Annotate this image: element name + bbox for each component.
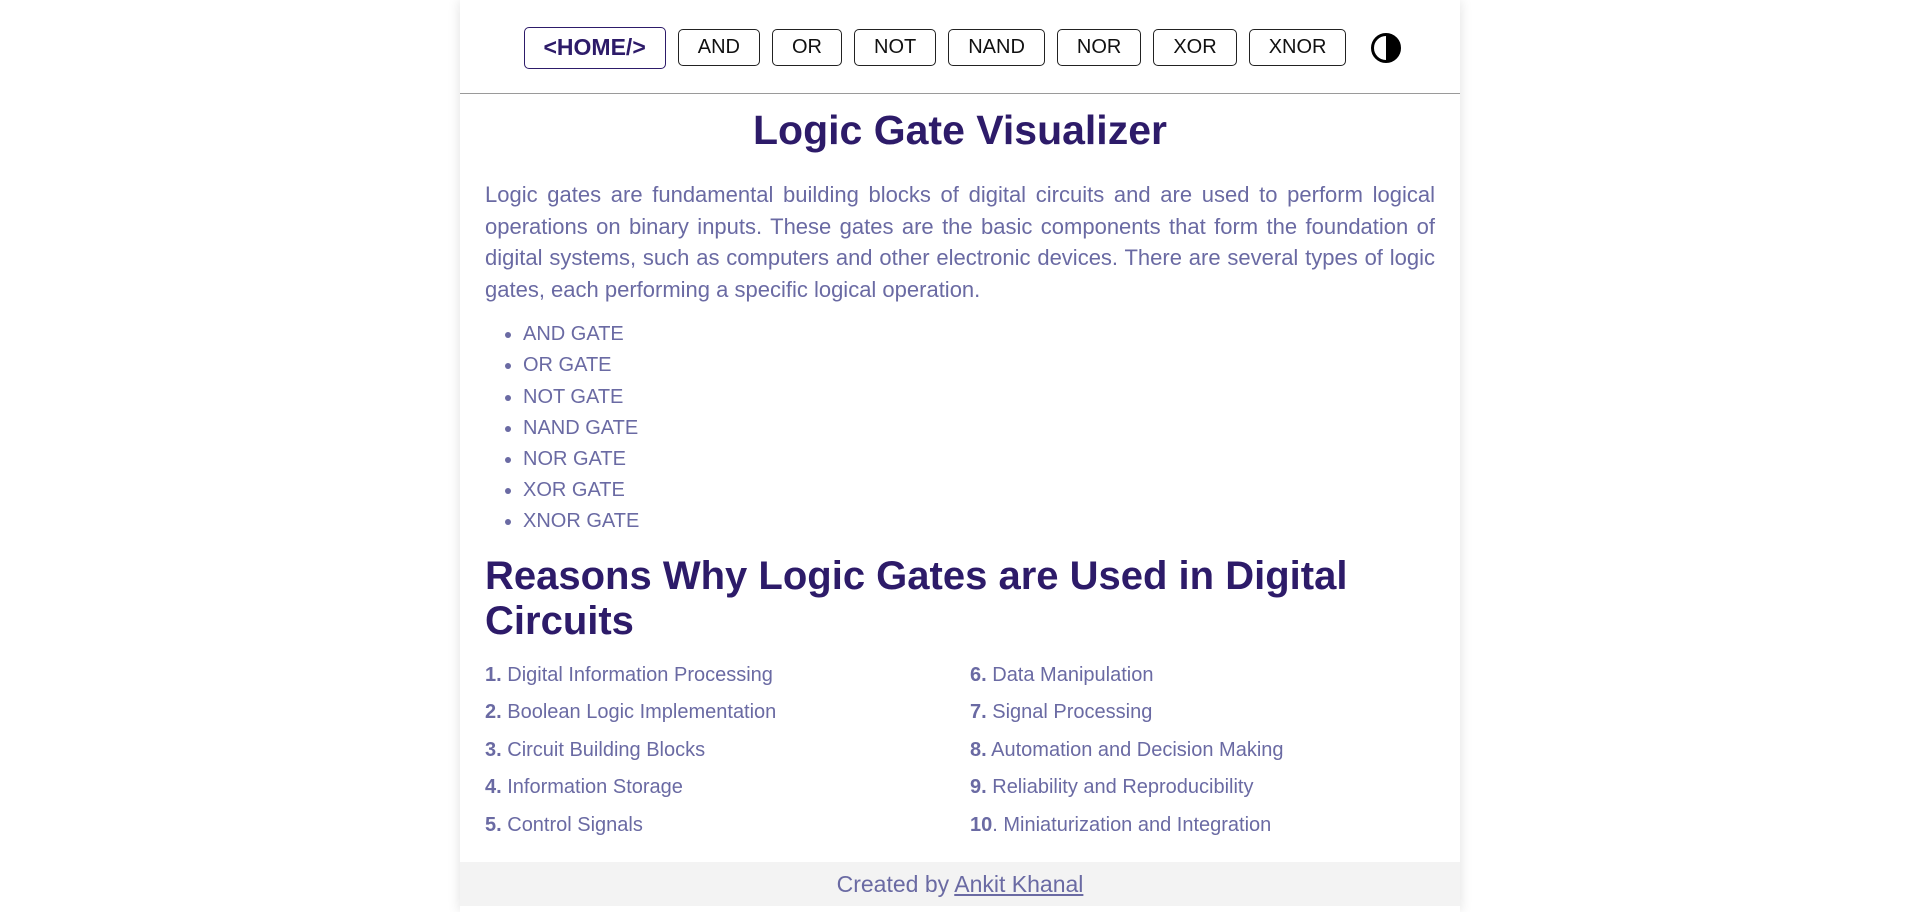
reason-text: Information Storage: [501, 776, 683, 799]
reason-number: 9.: [970, 776, 987, 799]
reason-item: 1. Digital Information Processing: [485, 664, 970, 702]
list-item: XOR GATE: [523, 475, 1435, 506]
reason-number: 8.: [970, 738, 987, 761]
list-item: AND GATE: [523, 319, 1435, 350]
reason-text: Signal Processing: [986, 701, 1153, 724]
reason-text: Control Signals: [501, 813, 643, 836]
reason-item: 7. Signal Processing: [970, 701, 1455, 739]
reason-number: 10: [970, 813, 993, 836]
reasons-right-column: 6. Data Manipulation 7. Signal Processin…: [970, 664, 1455, 852]
reason-number: 7.: [970, 701, 987, 724]
xnor-gate-button[interactable]: XNOR: [1248, 29, 1347, 66]
nand-gate-button[interactable]: NAND: [948, 29, 1045, 66]
reason-item: 2. Boolean Logic Implementation: [485, 701, 970, 739]
reason-text: . Miniaturization and Integration: [992, 813, 1272, 836]
reason-text: Digital Information Processing: [501, 663, 773, 686]
reason-number: 1.: [485, 663, 502, 686]
reason-item: 9. Reliability and Reproducibility: [970, 776, 1455, 814]
reason-text: Boolean Logic Implementation: [501, 701, 777, 724]
theme-toggle-icon[interactable]: [1370, 32, 1402, 64]
footer: Created by Ankit Khanal: [460, 862, 1460, 906]
author-link[interactable]: Ankit Khanal: [954, 871, 1083, 897]
reason-number: 2.: [485, 701, 502, 724]
footer-credit-text: Created by: [836, 871, 955, 897]
reason-item: 10. Miniaturization and Integration: [970, 814, 1455, 852]
reason-number: 5.: [485, 813, 502, 836]
list-item: NAND GATE: [523, 413, 1435, 444]
and-gate-button[interactable]: AND: [677, 29, 760, 66]
reason-item: 6. Data Manipulation: [970, 664, 1455, 702]
reasons-left-column: 1. Digital Information Processing 2. Boo…: [485, 664, 970, 852]
list-item: XNOR GATE: [523, 506, 1435, 537]
page-title: Logic Gate Visualizer: [753, 107, 1167, 153]
reasons-heading: Reasons Why Logic Gates are Used in Digi…: [485, 553, 1348, 643]
or-gate-button[interactable]: OR: [772, 29, 842, 66]
list-item: OR GATE: [523, 350, 1435, 381]
xor-gate-button[interactable]: XOR: [1153, 29, 1237, 66]
reason-number: 4.: [485, 776, 502, 799]
intro-paragraph: Logic gates are fundamental building blo…: [485, 182, 1435, 302]
page-container: <HOME/> AND OR NOT NAND NOR XOR XNOR Log…: [460, 0, 1460, 912]
reason-item: 4. Information Storage: [485, 776, 970, 814]
reason-number: 3.: [485, 738, 502, 761]
gate-list: AND GATE OR GATE NOT GATE NAND GATE NOR …: [485, 319, 1435, 537]
reason-text: Circuit Building Blocks: [501, 738, 706, 761]
reason-item: 5. Control Signals: [485, 814, 970, 852]
reason-text: Data Manipulation: [986, 663, 1154, 686]
list-item: NOT GATE: [523, 382, 1435, 413]
reason-item: 8. Automation and Decision Making: [970, 739, 1455, 777]
reason-number: 6.: [970, 663, 987, 686]
not-gate-button[interactable]: NOT: [854, 29, 937, 66]
reason-text: Reliability and Reproducibility: [986, 776, 1254, 799]
reason-text: Automation and Decision Making: [986, 738, 1284, 761]
nor-gate-button[interactable]: NOR: [1056, 29, 1142, 66]
main-content: Logic Gate Visualizer Logic gates are fu…: [460, 106, 1460, 851]
reasons-grid: 1. Digital Information Processing 2. Boo…: [485, 664, 1435, 852]
home-button[interactable]: <HOME/>: [523, 26, 666, 69]
list-item: NOR GATE: [523, 444, 1435, 475]
reason-item: 3. Circuit Building Blocks: [485, 739, 970, 777]
top-nav: <HOME/> AND OR NOT NAND NOR XOR XNOR: [460, 0, 1460, 94]
